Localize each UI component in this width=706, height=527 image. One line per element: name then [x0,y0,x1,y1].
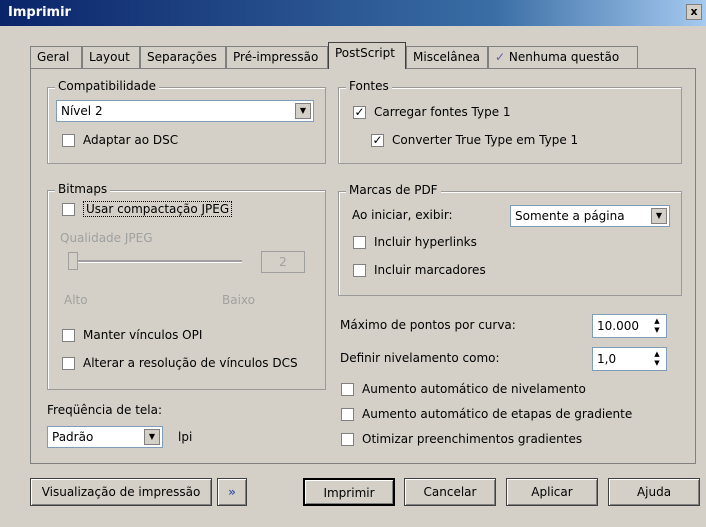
dcs-checkbox[interactable] [62,357,75,370]
tab-label: Layout [89,50,130,64]
print-preview-button[interactable]: Visualização de impressão [30,478,212,506]
fonts-legend: Fontes [346,79,392,93]
curve-value: 10.000 [597,319,639,333]
optimize-gradient-checkbox[interactable] [341,433,354,446]
quality-min-label: Alto [64,293,88,307]
pdf-start-label: Ao iniciar, exibir: [352,208,453,222]
window-title: Imprimir [8,5,71,20]
bookmarks-checkbox[interactable] [353,264,366,277]
tab-pre-impressao[interactable]: Pré-impressão [226,46,328,68]
dsc-checkbox[interactable] [62,134,75,147]
pdf-start-value: Somente a página [515,209,625,223]
dsc-label: Adaptar ao DSC [83,133,179,147]
opi-checkbox[interactable] [62,329,75,342]
pdf-start-select[interactable]: Somente a página ▼ [510,205,670,227]
quality-label: Qualidade JPEG [60,231,153,245]
tab-label: Pré-impressão [233,50,319,64]
auto-flatness-checkbox[interactable] [341,383,354,396]
dcs-label: Alterar a resolução de vínculos DCS [83,356,298,370]
double-chevron-icon: » [228,485,236,499]
tab-miscelanea[interactable]: Miscelânea [406,46,488,68]
quality-max-label: Baixo [222,293,255,307]
tab-separacoes[interactable]: Separações [140,46,226,68]
auto-gradient-checkbox[interactable] [341,408,354,421]
spinner-arrows-icon[interactable]: ▲ ▼ [650,350,664,368]
hyperlinks-label: Incluir hyperlinks [374,235,477,249]
truetype-label: Converter True Type em Type 1 [392,133,579,147]
close-button[interactable]: x [686,4,702,20]
compat-group [47,87,326,164]
quality-value: 2 [279,255,287,269]
auto-gradient-label: Aumento automático de etapas de gradient… [362,407,633,421]
quality-slider-thumb[interactable] [68,252,78,270]
jpeg-label: Usar compactação JPEG [83,201,233,217]
tab-label: Geral [37,50,70,64]
auto-flatness-label: Aumento automático de nivelamento [362,382,586,396]
curve-label: Máximo de pontos por curva: [340,318,516,332]
print-button[interactable]: Imprimir [303,478,395,506]
type1-label: Carregar fontes Type 1 [374,105,511,119]
chevron-down-icon: ▼ [144,429,160,445]
tab-label: Separações [147,50,217,64]
tab-postscript[interactable]: PostScript [328,42,406,69]
flatness-label: Definir nivelamento como: [340,351,500,365]
expand-preview-button[interactable]: » [217,478,247,506]
tab-layout[interactable]: Layout [82,46,140,68]
button-label: Visualização de impressão [41,485,201,499]
title-bar: Imprimir x [0,0,706,26]
chevron-down-icon: ▼ [651,208,667,224]
help-button[interactable]: Ajuda [608,478,700,506]
jpeg-checkbox[interactable] [62,203,75,216]
optimize-gradient-label: Otimizar preenchimentos gradientes [362,432,583,446]
bookmarks-label: Incluir marcadores [374,263,486,277]
checkmark-icon: ✓ [372,133,383,147]
chevron-down-icon: ▼ [295,103,311,119]
checkmark-icon: ✓ [495,50,506,64]
quality-slider-track [68,260,242,263]
screen-frequency-select[interactable]: Padrão ▼ [47,426,163,448]
checkmark-icon: ✓ [354,105,365,119]
opi-label: Manter vínculos OPI [83,328,203,342]
truetype-checkbox[interactable]: ✓ [371,134,384,147]
type1-checkbox[interactable]: ✓ [353,106,366,119]
cancel-button[interactable]: Cancelar [404,478,496,506]
lpi-label: lpi [178,430,193,444]
screen-frequency-label: Freqüência de tela: [47,403,163,417]
compat-level-select[interactable]: Nível 2 ▼ [56,100,314,122]
button-label: Aplicar [531,485,573,499]
button-label: Ajuda [636,485,672,499]
spinner-arrows-icon[interactable]: ▲ ▼ [650,317,664,335]
quality-value-field[interactable]: 2 [261,251,305,273]
tab-nenhuma-questao[interactable]: ✓ Nenhuma questão [488,46,638,68]
bitmaps-legend: Bitmaps [55,182,111,196]
tab-label: PostScript [335,46,395,60]
close-icon: x [690,5,698,18]
curve-spinner[interactable]: 10.000 ▲ ▼ [592,314,667,338]
flatness-spinner[interactable]: 1,0 ▲ ▼ [592,347,667,371]
hyperlinks-checkbox[interactable] [353,236,366,249]
fonts-group [338,87,682,164]
tab-label: Miscelânea [413,50,480,64]
button-label: Imprimir [323,486,375,500]
screen-frequency-value: Padrão [52,430,94,444]
tab-geral[interactable]: Geral [30,46,82,68]
button-label: Cancelar [423,485,477,499]
compat-level-value: Nível 2 [61,104,103,118]
flatness-value: 1,0 [597,352,617,366]
apply-button[interactable]: Aplicar [506,478,598,506]
pdf-legend: Marcas de PDF [346,183,441,197]
tab-label: Nenhuma questão [508,50,620,64]
compat-legend: Compatibilidade [55,79,160,93]
